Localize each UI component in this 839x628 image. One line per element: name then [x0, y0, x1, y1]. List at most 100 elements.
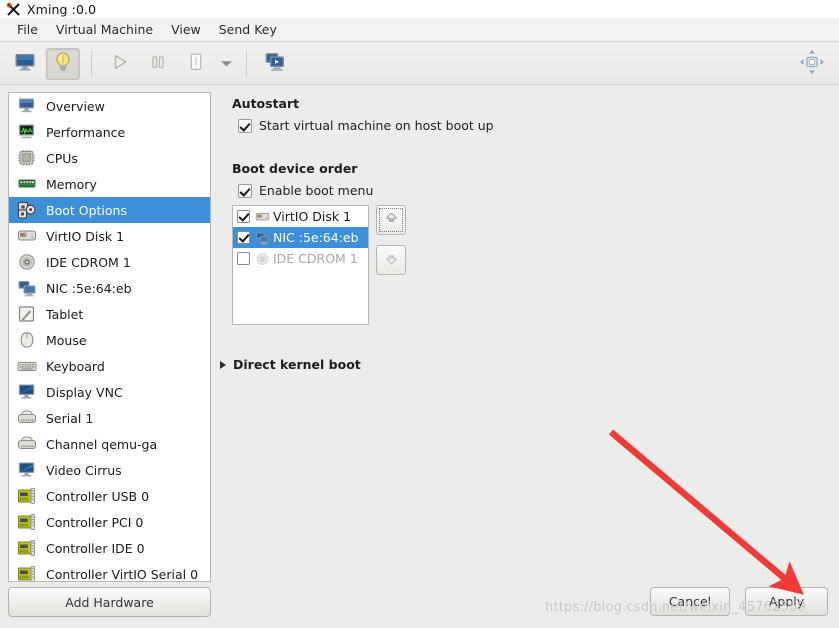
sidebar-item-label: Memory: [46, 176, 97, 192]
sidebar-item-tablet[interactable]: Tablet: [9, 301, 210, 327]
sidebar-item-label: CPUs: [46, 150, 78, 166]
sidebar-item-label: Display VNC: [46, 384, 123, 400]
toolbar-separator-2: [246, 50, 247, 77]
move-device-up-button[interactable]: [376, 205, 406, 235]
sidebar-item-boot-options[interactable]: Boot Options: [9, 197, 210, 223]
sidebar-item-video-cirrus[interactable]: Video Cirrus: [9, 457, 210, 483]
boot-device-checkbox[interactable]: [237, 252, 250, 265]
sidebar-item-memory[interactable]: Memory: [9, 171, 210, 197]
toolbar: [0, 43, 839, 85]
show-graphical-console-button[interactable]: [8, 48, 42, 80]
direct-kernel-boot-label: Direct kernel boot: [233, 357, 361, 372]
sidebar-item-controller-pci-0[interactable]: Controller PCI 0: [9, 509, 210, 535]
sidebar-item-label: Keyboard: [46, 358, 105, 374]
sidebar-item-nic-5e-64-eb[interactable]: NIC :5e:64:eb: [9, 275, 210, 301]
hardware-list: Overview Performance CPUs Memory Boot Option…: [9, 93, 210, 582]
pause-bars-icon: [149, 53, 167, 74]
graph-icon: [17, 123, 37, 141]
sidebar-item-virtio-disk-1[interactable]: VirtIO Disk 1: [9, 223, 210, 249]
add-hardware-button[interactable]: Add Hardware: [8, 587, 211, 617]
expander-triangle-icon: [220, 360, 226, 369]
boot-device-row[interactable]: VirtIO Disk 1: [233, 206, 368, 227]
boot-device-row[interactable]: NIC :5e:64:eb: [233, 227, 368, 248]
network-card-icon: [255, 231, 270, 245]
menu-file[interactable]: File: [8, 20, 47, 39]
xming-x-icon: [6, 2, 21, 17]
menu-send-key[interactable]: Send Key: [210, 20, 286, 39]
monitor-icon: [17, 97, 37, 115]
autostart-checkbox[interactable]: [238, 118, 252, 133]
arrow-down-icon: [383, 250, 400, 270]
virt-manager-window: Xming :0.0 File Virtual Machine View Sen…: [0, 0, 839, 628]
memory-stick-icon: [17, 175, 37, 193]
autostart-checkbox-row[interactable]: Start virtual machine on host boot up: [238, 118, 494, 133]
sidebar-item-ide-cdrom-1[interactable]: IDE CDROM 1: [9, 249, 210, 275]
sidebar-item-label: Controller PCI 0: [46, 514, 144, 530]
fullscreen-resize-icon: [798, 48, 826, 79]
cpu-chip-icon: [17, 149, 37, 167]
boot-device-list[interactable]: VirtIO Disk 1 NIC :5e:64:eb IDE CDROM 1: [232, 205, 369, 325]
cdrom-disc-icon: [255, 252, 270, 266]
resize-to-vm-button[interactable]: [797, 49, 827, 79]
boot-device-label: IDE CDROM 1: [273, 251, 358, 266]
cancel-button[interactable]: Cancel: [650, 587, 730, 616]
menu-virtual-machine[interactable]: Virtual Machine: [47, 20, 162, 39]
controller-card-icon: [17, 487, 37, 505]
controller-card-icon: [17, 513, 37, 531]
enable-boot-menu-row[interactable]: Enable boot menu: [238, 183, 373, 198]
enable-boot-menu-checkbox[interactable]: [238, 183, 252, 198]
network-card-icon: [17, 279, 37, 297]
apply-button-label: Apply: [768, 594, 805, 609]
autostart-section-title: Autostart: [232, 96, 300, 111]
boot-device-label: VirtIO Disk 1: [273, 209, 352, 224]
boot-device-checkbox[interactable]: [237, 210, 250, 223]
harddisk-icon: [17, 227, 37, 245]
apply-button[interactable]: Apply: [745, 587, 828, 616]
boot-device-row[interactable]: IDE CDROM 1: [233, 248, 368, 269]
harddisk-icon: [255, 210, 270, 224]
show-virtual-hardware-details-button[interactable]: [46, 47, 80, 80]
sidebar-item-serial-1[interactable]: Serial 1: [9, 405, 210, 431]
move-device-down-button[interactable]: [376, 245, 406, 275]
sidebar-item-label: Serial 1: [46, 410, 94, 426]
hardware-list-pane[interactable]: Overview Performance CPUs Memory Boot Option…: [8, 92, 211, 582]
menu-bar: File Virtual Machine View Send Key: [0, 18, 839, 42]
sidebar-item-keyboard[interactable]: Keyboard: [9, 353, 210, 379]
sidebar-item-mouse[interactable]: Mouse: [9, 327, 210, 353]
shutdown-button[interactable]: [179, 48, 213, 80]
sidebar-item-label: Controller IDE 0: [46, 540, 145, 556]
play-triangle-icon: [110, 52, 130, 75]
run-button[interactable]: [103, 48, 137, 80]
pause-button[interactable]: [141, 48, 175, 80]
direct-kernel-boot-expander[interactable]: Direct kernel boot: [220, 357, 361, 372]
window-title: Xming :0.0: [27, 1, 97, 17]
sidebar-item-label: NIC :5e:64:eb: [46, 280, 132, 296]
video-card-icon: [17, 461, 37, 479]
controller-card-icon: [17, 539, 37, 557]
cancel-button-label: Cancel: [668, 594, 712, 609]
cdrom-disc-icon: [17, 253, 37, 271]
boot-order-section-title: Boot device order: [232, 161, 358, 176]
sidebar-item-cpus[interactable]: CPUs: [9, 145, 210, 171]
lightbulb-icon: [53, 51, 73, 76]
manage-snapshots-button[interactable]: [258, 48, 292, 80]
keyboard-icon: [17, 357, 37, 375]
sidebar-item-performance[interactable]: Performance: [9, 119, 210, 145]
sidebar-item-display-vnc[interactable]: Display VNC: [9, 379, 210, 405]
sidebar-item-channel-qemu-ga[interactable]: Channel qemu-ga: [9, 431, 210, 457]
sidebar-item-label: Controller USB 0: [46, 488, 150, 504]
shutdown-options-dropdown[interactable]: [215, 48, 237, 80]
content-area: Overview Performance CPUs Memory Boot Option…: [0, 85, 839, 628]
sidebar-item-controller-usb-0[interactable]: Controller USB 0: [9, 483, 210, 509]
sidebar-item-controller-virtio-serial-0[interactable]: Controller VirtIO Serial 0: [9, 561, 210, 582]
sidebar-item-overview[interactable]: Overview: [9, 93, 210, 119]
sidebar-item-label: IDE CDROM 1: [46, 254, 131, 270]
boot-device-checkbox[interactable]: [237, 231, 250, 244]
shutdown-icon: [186, 51, 206, 76]
toolbar-separator-1: [91, 50, 92, 77]
serial-port-icon: [17, 409, 37, 427]
sidebar-item-label: Controller VirtIO Serial 0: [46, 566, 199, 582]
sidebar-item-controller-ide-0[interactable]: Controller IDE 0: [9, 535, 210, 561]
menu-view[interactable]: View: [162, 20, 210, 39]
sidebar-item-label: Tablet: [46, 306, 84, 322]
